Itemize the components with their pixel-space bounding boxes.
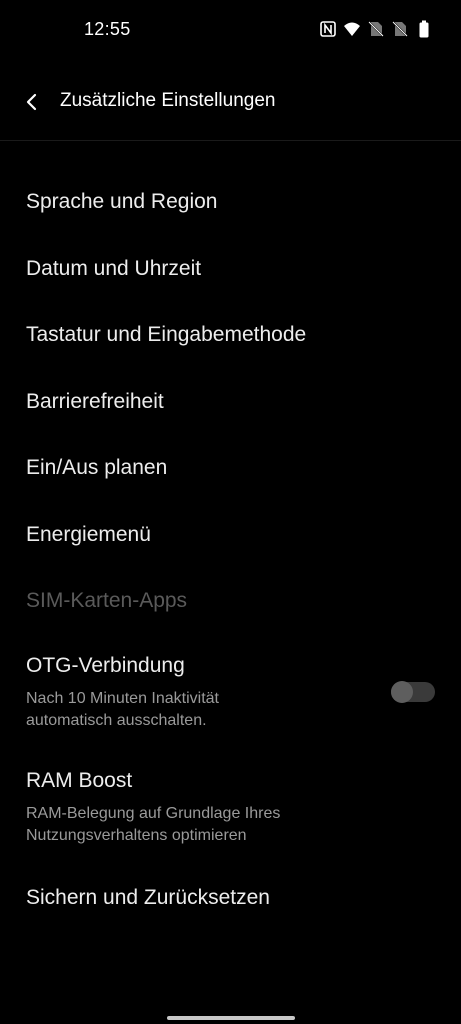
chevron-left-icon [18,88,46,116]
settings-item-label: Sprache und Region [26,190,218,213]
settings-item-label: Barrierefreiheit [26,390,164,413]
wifi-icon [343,20,361,38]
settings-item-otg[interactable]: OTG-Verbindung Nach 10 Minuten Inaktivit… [0,645,461,741]
settings-item-ram-boost[interactable]: RAM Boost RAM-Belegung auf Grundlage Ihr… [0,760,461,856]
settings-item-description: Nutzungsverhaltens optimieren [26,827,247,844]
no-sim-icon [391,20,409,38]
settings-item-schedule-power[interactable]: Ein/Aus planen [0,446,461,496]
status-time: 12:55 [84,19,131,39]
settings-item-label: OTG-Verbindung [26,654,185,677]
app-header: Zusätzliche Einstellungen [0,72,461,132]
toggle-knob [391,681,413,703]
settings-item-description: Nach 10 Minuten Inaktivität [26,690,219,707]
settings-item-power-menu[interactable]: Energiemenü [0,513,461,563]
settings-item-language-region[interactable]: Sprache und Region [0,180,461,230]
status-icons [319,20,433,38]
header-divider [0,140,461,141]
settings-item-description: RAM-Belegung auf Grundlage Ihres [26,805,281,822]
settings-item-label: Tastatur und Eingabemethode [26,323,307,346]
settings-item-keyboard-input[interactable]: Tastatur und Eingabemethode [0,313,461,363]
status-bar: 12:55 [0,0,461,62]
settings-item-label: Ein/Aus planen [26,456,168,479]
settings-item-label: Datum und Uhrzeit [26,257,202,280]
page-title: Zusätzliche Einstellungen [60,90,276,111]
settings-item-sim-apps: SIM-Karten-Apps [0,579,461,629]
settings-item-label: Energiemenü [26,523,151,546]
settings-item-label: Sichern und Zurücksetzen [26,886,270,909]
settings-item-label: SIM-Karten-Apps [26,589,188,612]
settings-item-description: automatisch ausschalten. [26,712,207,729]
back-button[interactable] [18,88,46,116]
no-sim-icon [367,20,385,38]
home-indicator[interactable] [167,1016,295,1020]
battery-icon [415,20,433,38]
settings-item-accessibility[interactable]: Barrierefreiheit [0,380,461,430]
otg-toggle[interactable] [391,681,435,703]
nfc-icon [319,20,337,38]
settings-item-backup-reset[interactable]: Sichern und Zurücksetzen [0,876,461,926]
settings-item-label: RAM Boost [26,769,133,792]
settings-item-date-time[interactable]: Datum und Uhrzeit [0,247,461,297]
